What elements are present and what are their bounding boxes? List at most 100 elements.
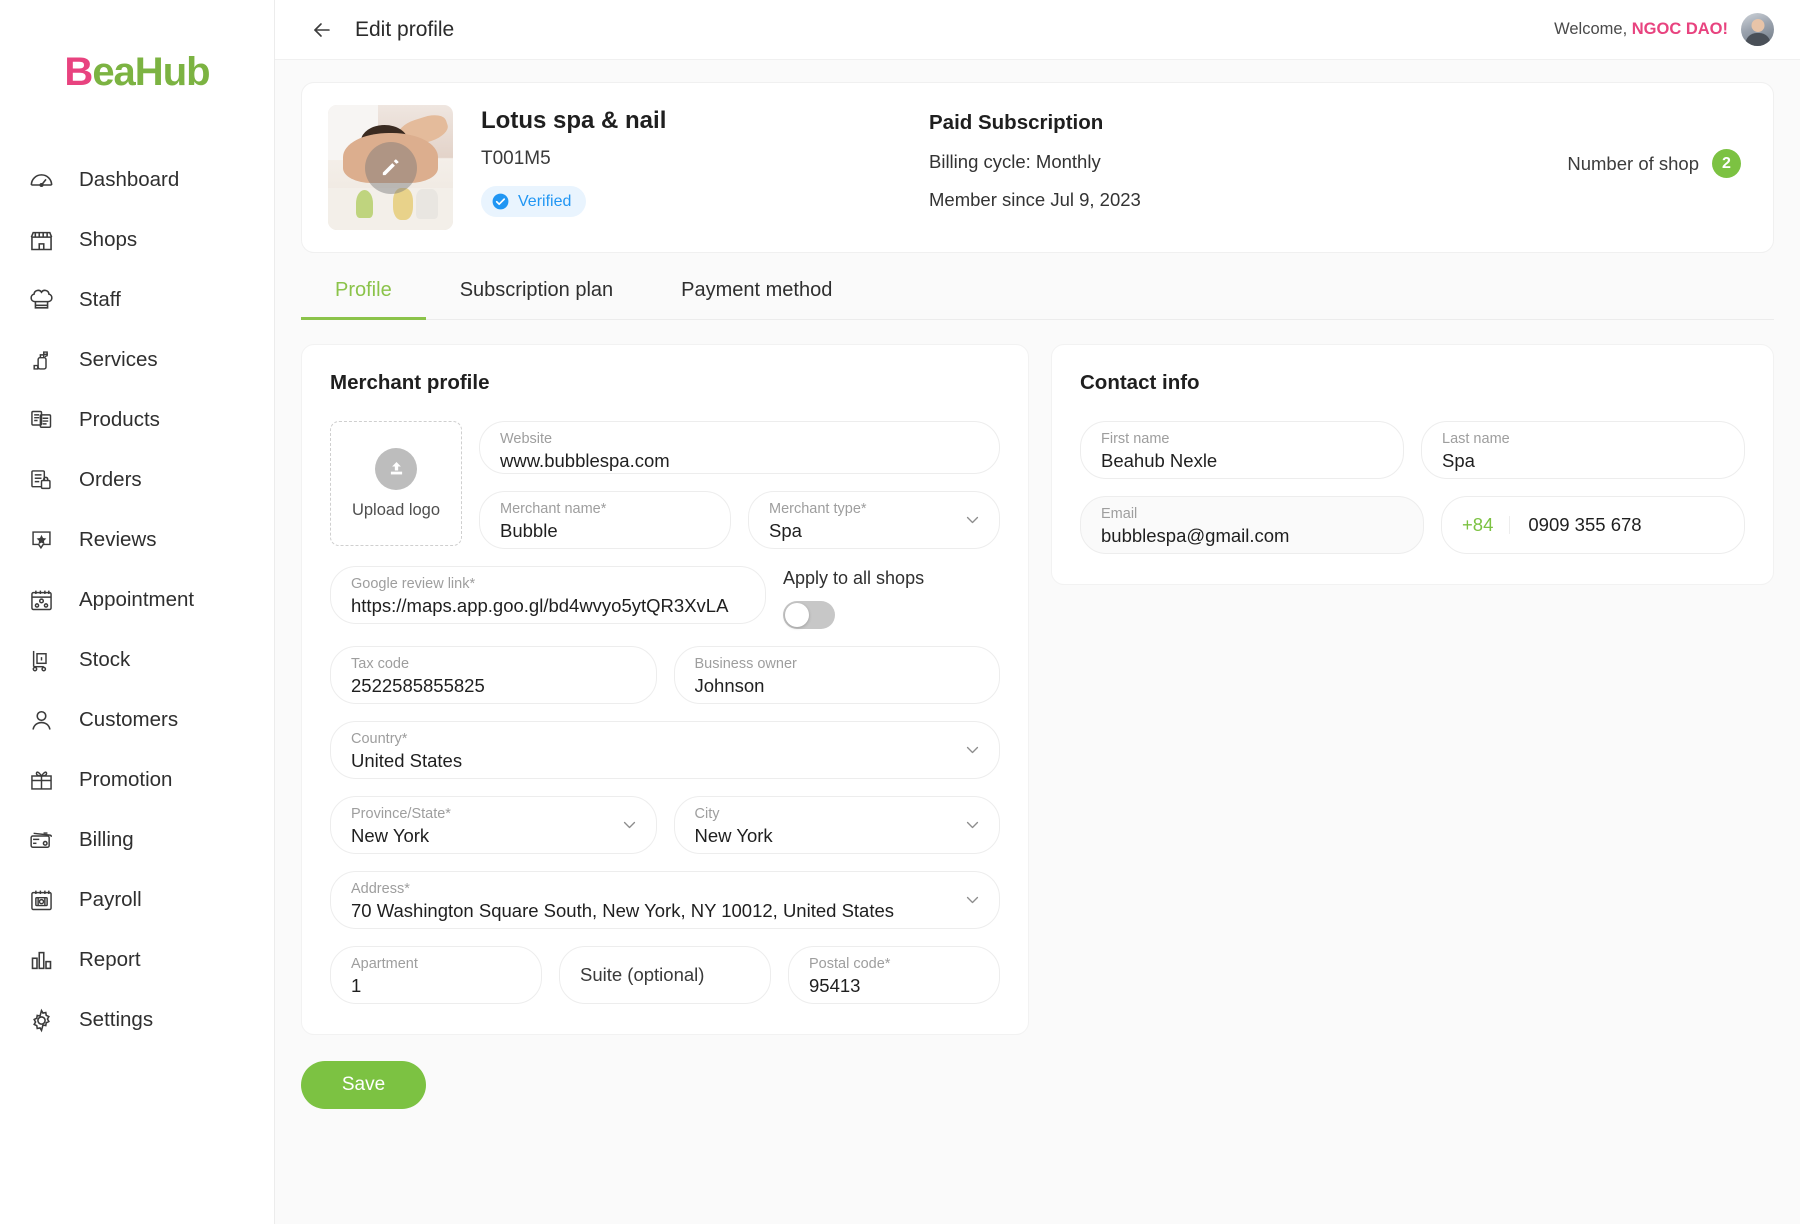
tab-payment-method[interactable]: Payment method bbox=[647, 259, 866, 320]
lotion-bottle-icon bbox=[26, 345, 56, 375]
city-label: City bbox=[694, 806, 720, 822]
province-state-value: New York bbox=[351, 825, 430, 846]
merchant-profile-title: Merchant profile bbox=[330, 371, 490, 394]
tax-code-field[interactable]: Tax code 2522585855825 bbox=[330, 646, 657, 704]
address-label: Address* bbox=[351, 881, 410, 897]
chef-hat-icon bbox=[26, 285, 56, 315]
last-name-field[interactable]: Last name Spa bbox=[1421, 421, 1745, 479]
subscription-title: Paid Subscription bbox=[929, 111, 1104, 134]
sidebar-item-promotion[interactable]: Promotion bbox=[0, 750, 274, 810]
apartment-field[interactable]: Apartment 1 bbox=[330, 946, 542, 1004]
suite-field[interactable]: Suite (optional) bbox=[559, 946, 771, 1004]
sidebar-item-stock[interactable]: Stock bbox=[0, 630, 274, 690]
postal-code-label: Postal code* bbox=[809, 956, 891, 972]
logo-mark: B bbox=[64, 50, 93, 94]
province-state-select[interactable]: Province/State* New York bbox=[330, 796, 657, 854]
shop-count-label: Number of shop bbox=[1567, 152, 1699, 174]
shop-count: Number of shop 2 bbox=[1567, 105, 1747, 178]
google-review-link-label: Google review link* bbox=[351, 576, 476, 592]
payroll-calendar-icon bbox=[26, 885, 56, 915]
merchant-name-label: Merchant name* bbox=[500, 501, 607, 517]
merchant-type-select[interactable]: Merchant type* Spa bbox=[748, 491, 1000, 549]
phone-field[interactable]: +84 0909 355 678 bbox=[1441, 496, 1745, 554]
contact-info-title: Contact info bbox=[1080, 371, 1200, 394]
tab-subscription-plan[interactable]: Subscription plan bbox=[426, 259, 647, 320]
toggle-knob bbox=[785, 603, 809, 627]
suite-placeholder: Suite (optional) bbox=[580, 964, 705, 985]
business-owner-field[interactable]: Business owner Johnson bbox=[673, 646, 1000, 704]
last-name-label: Last name bbox=[1442, 431, 1510, 447]
shop-icon bbox=[26, 225, 56, 255]
tax-code-value: 2522585855825 bbox=[351, 675, 485, 696]
postal-code-field[interactable]: Postal code* 95413 bbox=[788, 946, 1000, 1004]
sidebar-item-shops[interactable]: Shops bbox=[0, 210, 274, 270]
sidebar-item-billing[interactable]: Billing bbox=[0, 810, 274, 870]
member-since: Member since Jul 9, 2023 bbox=[929, 189, 1141, 210]
tab-profile[interactable]: Profile bbox=[301, 259, 426, 320]
sidebar-item-label: Services bbox=[79, 348, 158, 371]
country-select[interactable]: Country* United States bbox=[330, 721, 1000, 779]
profile-tabs: Profile Subscription plan Payment method bbox=[301, 259, 1774, 320]
order-list-icon bbox=[26, 465, 56, 495]
sidebar-item-label: Promotion bbox=[79, 768, 173, 791]
chevron-down-icon bbox=[964, 742, 981, 759]
sidebar-item-dashboard[interactable]: Dashboard bbox=[0, 150, 274, 210]
contact-info-panel: Contact info First name Beahub Nexle Las… bbox=[1051, 344, 1774, 585]
welcome-prefix: Welcome, bbox=[1554, 20, 1632, 38]
arrow-left-icon[interactable] bbox=[305, 13, 339, 47]
sidebar-item-products[interactable]: Products bbox=[0, 390, 274, 450]
edit-pencil-icon[interactable] bbox=[364, 141, 417, 194]
merchant-name-value: Bubble bbox=[500, 520, 558, 541]
gear-icon bbox=[26, 1005, 56, 1035]
sidebar-item-label: Orders bbox=[79, 468, 142, 491]
email-field[interactable]: Email bubblespa@gmail.com bbox=[1080, 496, 1424, 554]
address-select[interactable]: Address* 70 Washington Square South, New… bbox=[330, 871, 1000, 929]
sidebar-item-appointment[interactable]: Appointment bbox=[0, 570, 274, 630]
merchant-name-field[interactable]: Merchant name* Bubble bbox=[479, 491, 731, 549]
first-name-value: Beahub Nexle bbox=[1101, 450, 1218, 471]
dashboard-icon bbox=[26, 165, 56, 195]
brand-logo[interactable]: BeaHub bbox=[0, 34, 274, 110]
subscription-summary: Paid Subscription Billing cycle: Monthly… bbox=[929, 105, 1141, 211]
merchant-type-label: Merchant type* bbox=[769, 501, 867, 517]
tax-code-label: Tax code bbox=[351, 656, 410, 672]
sidebar-item-label: Reviews bbox=[79, 528, 157, 551]
top-bar: Edit profile Welcome, NGOC DAO! bbox=[275, 0, 1800, 60]
sidebar-item-label: Billing bbox=[79, 828, 134, 851]
sidebar-item-label: Report bbox=[79, 948, 141, 971]
sidebar-item-settings[interactable]: Settings bbox=[0, 990, 274, 1050]
app-root: BeaHub Dashboard Shops Staff Services Pr… bbox=[0, 0, 1800, 1224]
avatar[interactable] bbox=[1741, 13, 1774, 46]
apply-all-shops-group: Apply to all shops bbox=[783, 566, 953, 629]
chevron-down-icon bbox=[964, 512, 981, 529]
city-select[interactable]: City New York bbox=[673, 796, 1000, 854]
country-label: Country* bbox=[351, 731, 408, 747]
panels: Merchant profile Upload logo Website www… bbox=[301, 344, 1774, 1035]
sidebar-item-customers[interactable]: Customers bbox=[0, 690, 274, 750]
apply-all-shops-toggle[interactable] bbox=[783, 601, 835, 629]
sidebar-item-orders[interactable]: Orders bbox=[0, 450, 274, 510]
website-field[interactable]: Website www.bubblespa.com bbox=[479, 421, 1000, 474]
main-area: Edit profile Welcome, NGOC DAO! Lotus sp… bbox=[275, 0, 1800, 1224]
google-review-link-field[interactable]: Google review link* https://maps.app.goo… bbox=[330, 566, 766, 624]
save-button[interactable]: Save bbox=[301, 1061, 426, 1109]
upload-logo-dropzone[interactable]: Upload logo bbox=[330, 421, 462, 546]
first-name-label: First name bbox=[1101, 431, 1170, 447]
first-name-field[interactable]: First name Beahub Nexle bbox=[1080, 421, 1404, 479]
sidebar-item-services[interactable]: Services bbox=[0, 330, 274, 390]
merchant-profile-panel: Merchant profile Upload logo Website www… bbox=[301, 344, 1029, 1035]
sidebar-item-staff[interactable]: Staff bbox=[0, 270, 274, 330]
content-area: Lotus spa & nail T001M5 Verified Paid Su… bbox=[275, 60, 1800, 1224]
shop-photo[interactable] bbox=[328, 105, 453, 230]
phone-country-code[interactable]: +84 bbox=[1442, 515, 1511, 535]
sidebar-item-payroll[interactable]: Payroll bbox=[0, 870, 274, 930]
website-label: Website bbox=[500, 431, 553, 447]
sidebar-item-reviews[interactable]: Reviews bbox=[0, 510, 274, 570]
shop-code: T001M5 bbox=[481, 148, 551, 169]
chevron-down-icon bbox=[964, 817, 981, 834]
logo-wordmark: eaHub bbox=[92, 50, 210, 94]
sidebar-item-report[interactable]: Report bbox=[0, 930, 274, 990]
google-review-link-value: https://maps.app.goo.gl/bd4wvyo5ytQR3XvL… bbox=[351, 595, 729, 616]
topbar-right: Welcome, NGOC DAO! bbox=[1554, 13, 1774, 46]
actions-bar: Save bbox=[301, 1061, 1774, 1109]
